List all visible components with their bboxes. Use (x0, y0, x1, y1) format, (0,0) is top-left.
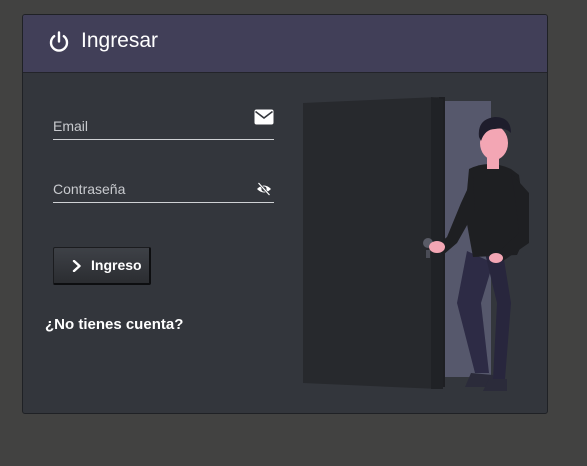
submit-button[interactable]: Ingreso (53, 247, 151, 285)
power-icon (49, 31, 69, 52)
page-title: Ingresar (81, 29, 159, 52)
envelope-icon (254, 109, 274, 125)
password-field[interactable] (53, 178, 243, 200)
signup-link[interactable]: ¿No tienes cuenta? (45, 316, 183, 333)
chevron-right-icon (72, 260, 81, 272)
email-field[interactable] (53, 115, 243, 137)
login-card: Ingresar Ingreso ¿No tienes cuenta? (22, 14, 548, 414)
person-at-open-door-illustration (303, 97, 529, 391)
submit-button-label: Ingreso (91, 257, 142, 273)
card-header: Ingresar (23, 15, 547, 73)
password-field-group (53, 176, 274, 203)
email-field-group (53, 109, 274, 140)
eye-slash-icon[interactable] (256, 182, 272, 196)
